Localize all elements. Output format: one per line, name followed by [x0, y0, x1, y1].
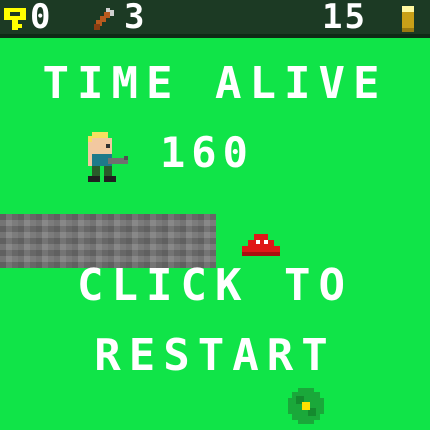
time-alive-label: TIME ALIVE [42, 58, 388, 109]
keys-count-container: 0 [30, 0, 52, 34]
player-character [88, 132, 128, 182]
red-slime-enemy [242, 234, 280, 256]
ammo-count-container: 15 [322, 0, 367, 34]
click-to-restart-line1[interactable]: CLICK TO [0, 264, 430, 308]
axe-icon [94, 8, 114, 30]
keys-count: 0 [30, 0, 53, 37]
bush-flower [288, 388, 324, 424]
time-alive-value: 160 [160, 128, 254, 177]
game-screen[interactable]: 0 3 15 TIME ALIVE 160 CLICK TO RESTART [0, 0, 430, 430]
axes-count: 3 [124, 0, 147, 37]
ammo-count: 15 [322, 0, 367, 37]
bullet-icon [402, 6, 414, 32]
axes-count-container: 3 [124, 0, 146, 34]
key-icon [4, 8, 26, 30]
hud-bar: 0 3 15 [0, 0, 430, 38]
click-to-restart-line2[interactable]: RESTART [0, 334, 430, 378]
